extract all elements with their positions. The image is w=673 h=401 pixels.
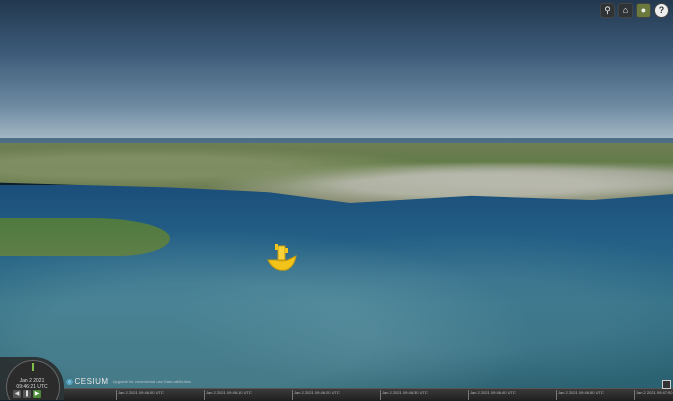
play-icon[interactable]: ▶ (33, 390, 41, 398)
credit-container: CESIUM Upgrade for commercial use Data a… (66, 377, 191, 386)
dial-needle (32, 363, 34, 371)
fullscreen-button[interactable] (662, 380, 671, 389)
timeline-tick: Jan 2 2021 09:46:30 UTC (380, 390, 428, 400)
pause-icon[interactable]: ❚ (23, 390, 31, 398)
cesium-3d-viewer[interactable] (0, 0, 673, 400)
viewer-toolbar: ⚲ ⌂ ● ? (600, 3, 669, 18)
boat-model-icon[interactable] (264, 240, 298, 274)
timeline-tick: Jan 2 2021 09:46:00 UTC (116, 390, 164, 400)
rewind-icon[interactable]: ◀ (13, 390, 21, 398)
cesium-logo[interactable]: CESIUM (66, 377, 109, 386)
credit-text[interactable]: Upgrade for commercial use Data attribut… (113, 379, 191, 384)
timeline-tick: Jan 2 2021 09:46:20 UTC (292, 390, 340, 400)
globe-icon[interactable]: ● (636, 3, 651, 18)
island-terrain (0, 218, 170, 256)
timeline-tick: Jan 2 2021 09:46:10 UTC (204, 390, 252, 400)
animation-controls: ◀ ❚ ▶ (13, 390, 41, 398)
timeline-tick: Jan 2 2021 09:46:40 UTC (468, 390, 516, 400)
timeline[interactable]: Jan 2 2021 09:46:00 UTC Jan 2 2021 09:46… (64, 388, 673, 401)
search-icon[interactable]: ⚲ (600, 3, 615, 18)
help-button[interactable]: ? (654, 3, 669, 18)
timeline-tick: Jan 2 2021 09:46:50 UTC (556, 390, 604, 400)
home-icon[interactable]: ⌂ (618, 3, 633, 18)
timeline-tick: Jan 2 2021 09:47:00 UTC (634, 390, 673, 400)
sky (0, 0, 673, 142)
